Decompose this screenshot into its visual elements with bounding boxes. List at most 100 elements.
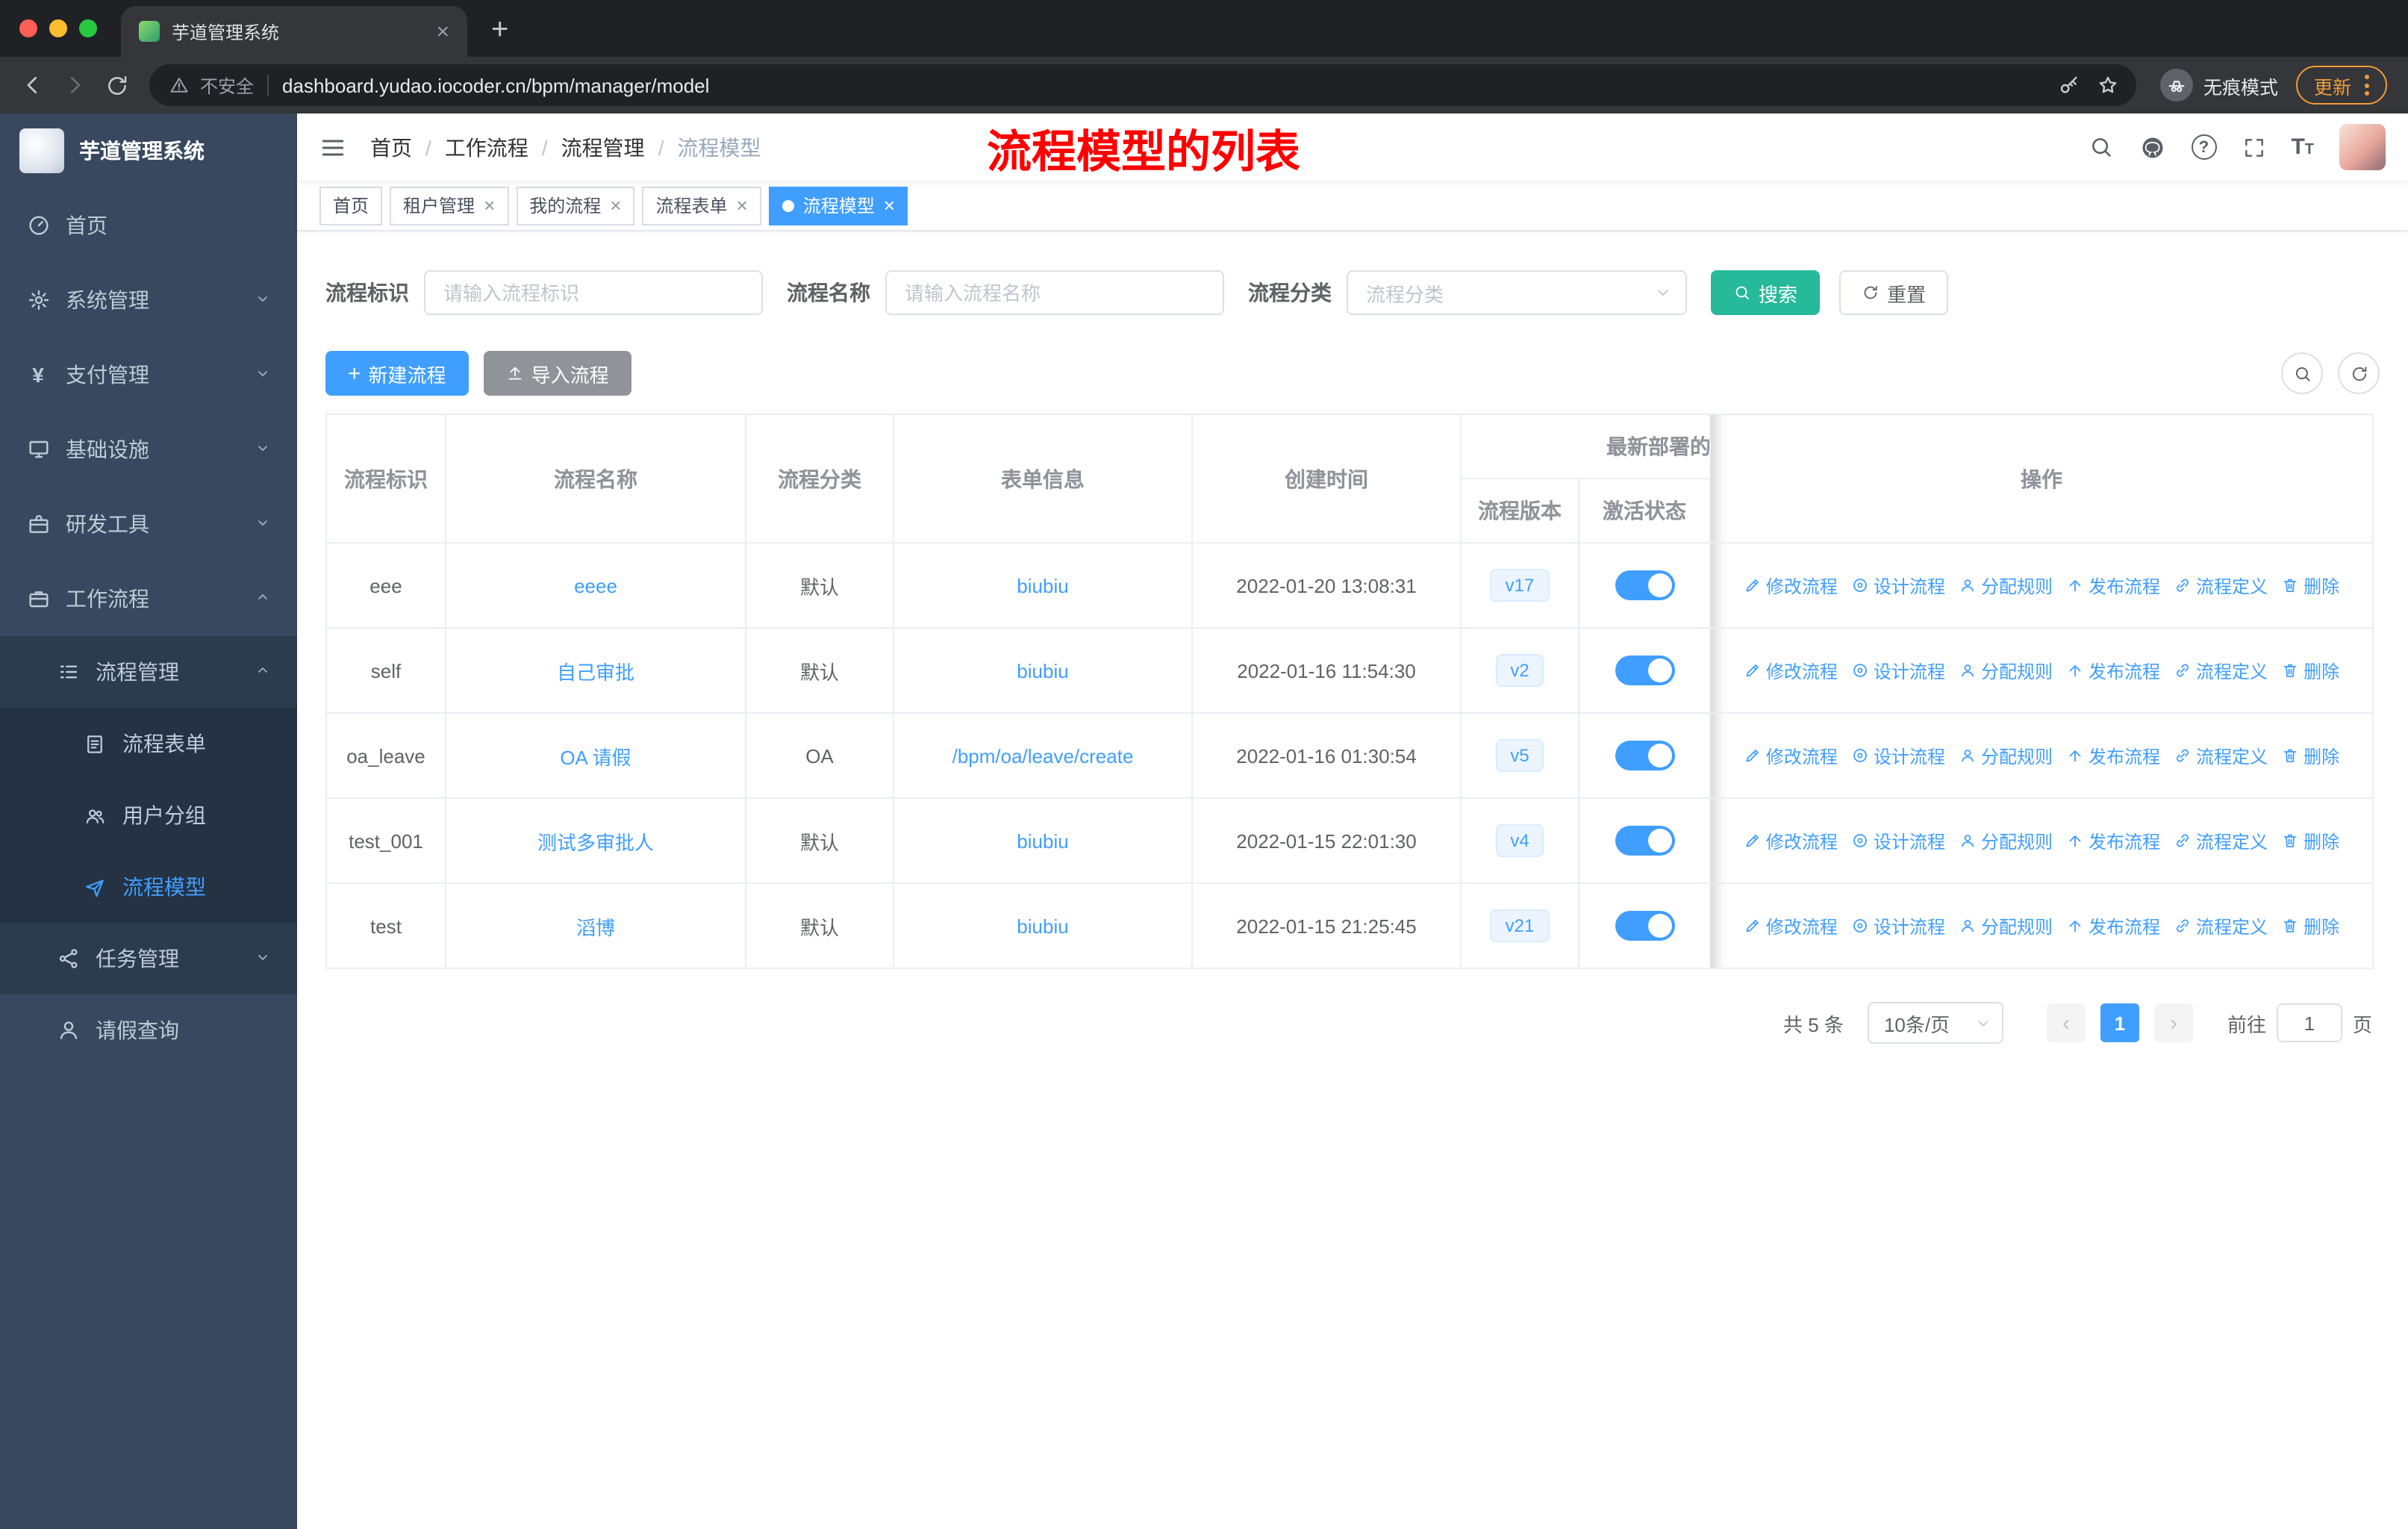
action-process-definition[interactable]: 流程定义 — [2174, 743, 2268, 768]
tab-process-form[interactable]: 流程表单 × — [642, 186, 761, 225]
import-process-button[interactable]: 导入流程 — [483, 351, 631, 396]
browser-tab[interactable]: 芋道管理系统 × — [121, 6, 467, 57]
sidebar-item-process-model[interactable]: 流程模型 — [0, 851, 297, 923]
reload-button[interactable] — [96, 64, 137, 106]
process-name-link[interactable]: 自己审批 — [557, 661, 634, 683]
tab-my-process[interactable]: 我的流程 × — [516, 186, 635, 225]
action-design-process[interactable]: 设计流程 — [1851, 828, 1945, 853]
refresh-table-button[interactable] — [2338, 352, 2380, 394]
new-tab-button[interactable]: + — [491, 15, 508, 45]
minimize-window-button[interactable] — [49, 19, 67, 37]
sidebar-item-task-management[interactable]: 任务管理 — [0, 923, 297, 994]
action-delete[interactable]: 删除 — [2281, 913, 2339, 938]
security-status[interactable]: 不安全 — [169, 72, 254, 98]
page-size-select[interactable]: 10条/页 — [1867, 1002, 2003, 1044]
close-icon[interactable]: × — [610, 196, 621, 215]
forward-button[interactable] — [54, 64, 96, 106]
sidebar-item-user-group[interactable]: 用户分组 — [0, 779, 297, 851]
action-assign-rule[interactable]: 分配规则 — [1959, 658, 2053, 683]
sidebar-item-process-management[interactable]: 流程管理 — [0, 636, 297, 708]
url-bar[interactable]: 不安全 dashboard.yudao.iocoder.cn/bpm/manag… — [149, 64, 2136, 106]
action-delete[interactable]: 删除 — [2281, 658, 2339, 683]
form-info-link[interactable]: biubiu — [1017, 574, 1068, 597]
process-name-link[interactable]: eeee — [574, 574, 617, 597]
form-info-link[interactable]: /bpm/oa/leave/create — [952, 744, 1134, 767]
github-icon[interactable] — [2139, 134, 2165, 161]
form-info-link[interactable]: biubiu — [1017, 915, 1068, 937]
avatar[interactable] — [2339, 124, 2386, 170]
form-info-link[interactable]: biubiu — [1017, 659, 1068, 682]
close-icon[interactable]: × — [884, 196, 895, 215]
action-edit-process[interactable]: 修改流程 — [1744, 828, 1838, 853]
browser-menu-icon[interactable] — [2365, 75, 2369, 96]
action-assign-rule[interactable]: 分配规则 — [1959, 828, 2053, 853]
action-edit-process[interactable]: 修改流程 — [1744, 913, 1838, 938]
action-edit-process[interactable]: 修改流程 — [1744, 573, 1838, 598]
tab-close-icon[interactable]: × — [436, 20, 449, 43]
action-delete[interactable]: 删除 — [2281, 743, 2339, 768]
sidebar-item-dev-tools[interactable]: 研发工具 — [0, 487, 297, 561]
breadcrumb-workflow[interactable]: 工作流程 — [445, 132, 528, 162]
action-delete[interactable]: 删除 — [2281, 828, 2339, 853]
action-edit-process[interactable]: 修改流程 — [1744, 658, 1838, 683]
breadcrumb-process-management[interactable]: 流程管理 — [561, 132, 645, 162]
action-design-process[interactable]: 设计流程 — [1851, 743, 1945, 768]
action-publish-process[interactable]: 发布流程 — [2066, 828, 2160, 853]
prev-page-button[interactable]: ‹ — [2046, 1003, 2086, 1042]
bookmark-star-icon[interactable] — [2089, 66, 2127, 105]
help-icon[interactable]: ? — [2191, 134, 2217, 160]
goto-page-input[interactable] — [2276, 1003, 2342, 1042]
action-process-definition[interactable]: 流程定义 — [2174, 573, 2268, 598]
sidebar-item-process-form[interactable]: 流程表单 — [0, 708, 297, 779]
active-toggle[interactable] — [1615, 826, 1674, 856]
next-page-button[interactable]: › — [2153, 1003, 2193, 1042]
action-design-process[interactable]: 设计流程 — [1851, 913, 1945, 938]
search-button[interactable]: 搜索 — [1711, 270, 1821, 315]
active-toggle[interactable] — [1615, 655, 1674, 685]
create-process-button[interactable]: + 新建流程 — [325, 351, 469, 396]
action-design-process[interactable]: 设计流程 — [1851, 573, 1945, 598]
action-edit-process[interactable]: 修改流程 — [1744, 743, 1838, 768]
process-name-input[interactable] — [885, 270, 1224, 315]
category-select[interactable]: 流程分类 — [1347, 270, 1687, 315]
font-size-icon[interactable]: TT — [2291, 136, 2314, 158]
form-info-link[interactable]: biubiu — [1017, 829, 1068, 852]
process-key-input[interactable] — [424, 270, 763, 315]
reset-button[interactable]: 重置 — [1839, 270, 1949, 315]
sidebar-logo[interactable]: 芋道管理系统 — [0, 113, 297, 188]
current-page[interactable]: 1 — [2100, 1003, 2139, 1042]
active-toggle[interactable] — [1615, 741, 1674, 770]
fullscreen-icon[interactable] — [2242, 135, 2265, 159]
action-assign-rule[interactable]: 分配规则 — [1959, 743, 2053, 768]
action-process-definition[interactable]: 流程定义 — [2174, 913, 2268, 938]
sidebar-item-payment[interactable]: ¥ 支付管理 — [0, 337, 297, 412]
browser-update-button[interactable]: 更新 — [2295, 66, 2387, 105]
action-publish-process[interactable]: 发布流程 — [2066, 743, 2160, 768]
search-icon[interactable] — [2088, 134, 2113, 160]
sidebar-item-system[interactable]: 系统管理 — [0, 263, 297, 337]
close-icon[interactable]: × — [484, 196, 495, 215]
active-toggle[interactable] — [1615, 570, 1674, 600]
action-publish-process[interactable]: 发布流程 — [2066, 913, 2160, 938]
action-publish-process[interactable]: 发布流程 — [2066, 573, 2160, 598]
close-window-button[interactable] — [19, 19, 37, 37]
hamburger-icon[interactable] — [319, 134, 346, 161]
sidebar-item-leave-query[interactable]: 请假查询 — [0, 994, 297, 1066]
action-publish-process[interactable]: 发布流程 — [2066, 658, 2160, 683]
action-assign-rule[interactable]: 分配规则 — [1959, 573, 2053, 598]
action-process-definition[interactable]: 流程定义 — [2174, 658, 2268, 683]
tab-home[interactable]: 首页 — [319, 186, 383, 225]
process-name-link[interactable]: 测试多审批人 — [537, 831, 654, 853]
back-button[interactable] — [12, 64, 54, 106]
tab-process-model[interactable]: 流程模型 × — [768, 186, 908, 225]
process-name-link[interactable]: 滔博 — [576, 916, 615, 938]
close-icon[interactable]: × — [737, 196, 748, 215]
process-name-link[interactable]: OA 请假 — [560, 746, 631, 768]
action-assign-rule[interactable]: 分配规则 — [1959, 913, 2053, 938]
tab-tenant-management[interactable]: 租户管理 × — [390, 186, 509, 225]
sidebar-item-home[interactable]: 首页 — [0, 188, 297, 263]
sidebar-item-workflow[interactable]: 工作流程 — [0, 561, 297, 636]
sidebar-item-infrastructure[interactable]: 基础设施 — [0, 412, 297, 487]
action-process-definition[interactable]: 流程定义 — [2174, 828, 2268, 853]
show-search-button[interactable] — [2281, 352, 2323, 394]
